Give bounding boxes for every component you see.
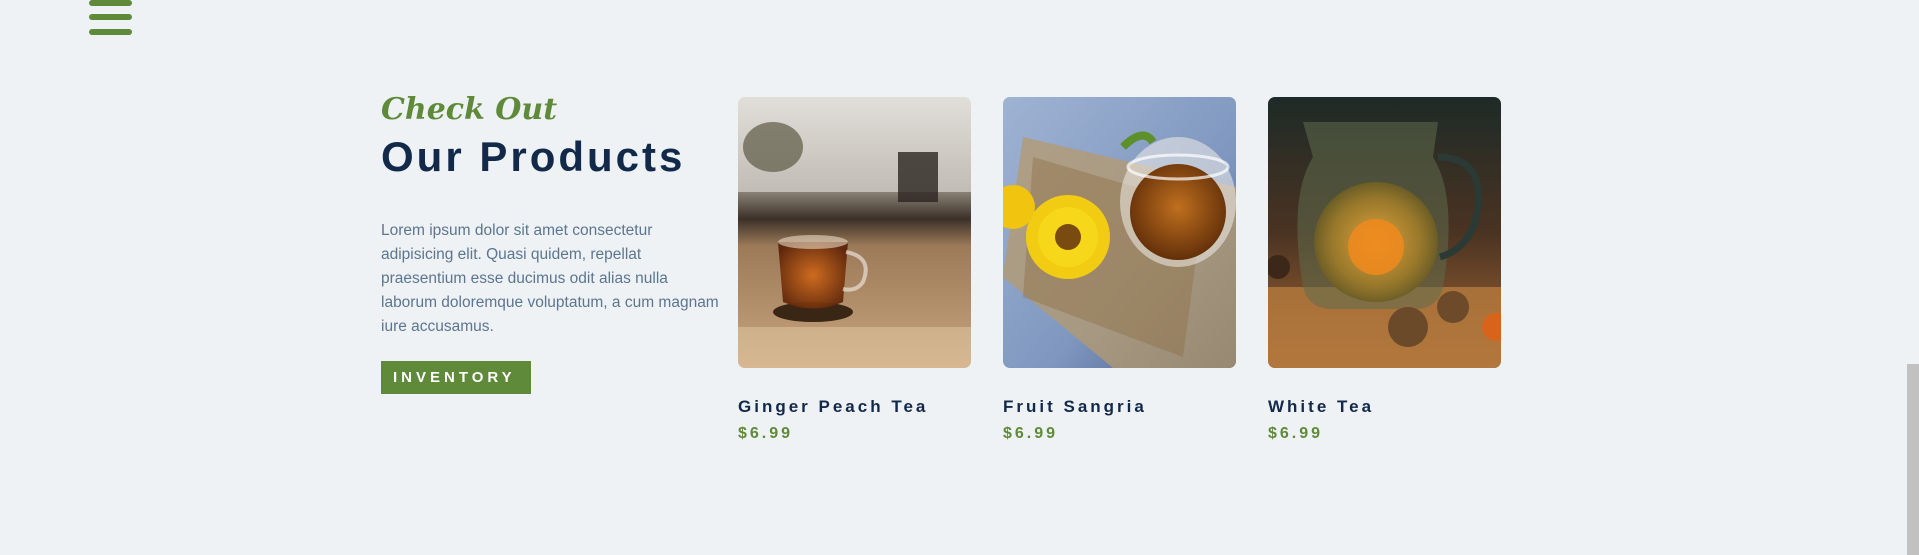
section-description: Lorem ipsum dolor sit amet consectetur a…: [381, 222, 719, 335]
products-intro: Check Out Our Products Lorem ipsum dolor…: [381, 90, 721, 394]
product-image-white-tea[interactable]: [1268, 97, 1501, 368]
hamburger-bar: [89, 0, 132, 6]
section-title: Our Products: [381, 133, 686, 180]
scrollbar[interactable]: [1904, 0, 1919, 555]
product-image-fruit-sangria[interactable]: [1003, 97, 1236, 368]
product-price: $6.99: [738, 425, 794, 442]
product-card[interactable]: Fruit Sangria $6.99: [1003, 97, 1236, 444]
hamburger-bar: [89, 29, 132, 35]
product-price: $6.99: [1003, 425, 1059, 442]
page: Check Out Our Products Lorem ipsum dolor…: [0, 0, 1919, 555]
flower: [1026, 195, 1110, 279]
product-name[interactable]: Fruit Sangria: [1003, 397, 1236, 417]
product-image-ginger-peach-tea[interactable]: [738, 97, 971, 368]
scrollbar-thumb[interactable]: [1907, 364, 1919, 555]
product-price: $6.99: [1268, 425, 1324, 442]
product-card[interactable]: Ginger Peach Tea $6.99: [738, 97, 971, 444]
inventory-button[interactable]: INVENTORY: [381, 361, 531, 394]
hamburger-menu-icon[interactable]: [89, 0, 132, 39]
product-card[interactable]: White Tea $6.99: [1268, 97, 1501, 444]
product-name[interactable]: Ginger Peach Tea: [738, 397, 971, 417]
product-name[interactable]: White Tea: [1268, 397, 1501, 417]
hamburger-bar: [89, 14, 132, 20]
section-eyebrow: Check Out: [381, 92, 558, 127]
